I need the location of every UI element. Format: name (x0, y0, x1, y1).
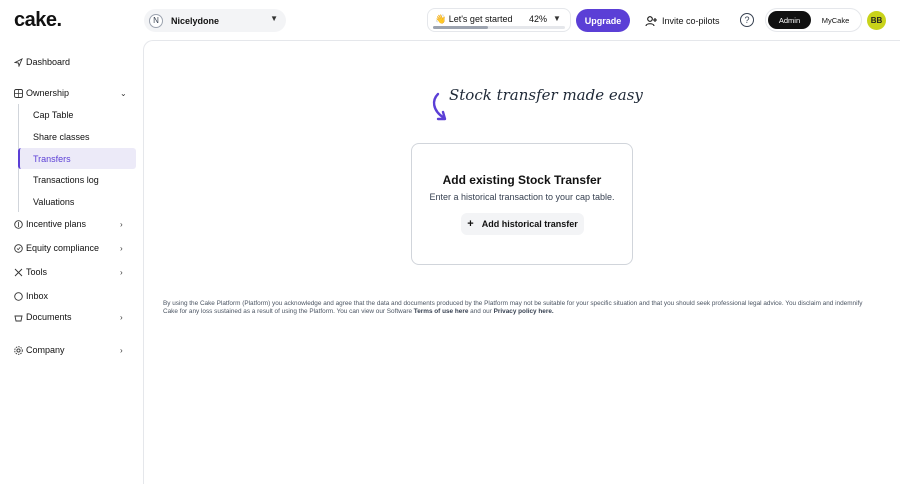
shield-icon (14, 243, 23, 253)
role-toggle[interactable]: Admin MyCake (765, 8, 862, 32)
add-historical-transfer-button[interactable]: + Add historical transfer (461, 213, 584, 235)
sidebar-item-tools[interactable]: Tools › (14, 265, 123, 279)
sidebar-item-inbox[interactable]: Inbox (14, 289, 48, 303)
sidebar-item-label: Documents (26, 312, 72, 322)
terms-of-use-link[interactable]: Terms of use here (414, 308, 469, 315)
sidebar-item-label: Dashboard (26, 57, 71, 67)
sidebar-subitem-transfers[interactable]: Transfers (18, 148, 136, 169)
chevron-right-icon: › (120, 267, 123, 277)
page-tagline: Stock transfer made easy (449, 86, 643, 104)
privacy-policy-link[interactable]: Privacy policy here. (494, 308, 554, 315)
sidebar-item-ownership[interactable]: Ownership ⌄ (14, 86, 127, 100)
progress-bar-fill (433, 26, 489, 29)
company-initial-badge: N (149, 13, 163, 28)
invite-copilots-label: Invite co-pilots (662, 15, 720, 26)
invite-copilots-button[interactable]: Invite co-pilots (645, 9, 720, 32)
get-started-percent: 42% (529, 14, 548, 24)
sidebar-item-label: Incentive plans (26, 219, 87, 229)
add-historical-transfer-label: Add historical transfer (481, 219, 578, 229)
add-user-icon (645, 15, 657, 26)
sidebar-subitem-cap-table[interactable]: Cap Table (18, 104, 136, 125)
inbox-icon (14, 291, 23, 301)
sidebar-item-label: Inbox (26, 291, 49, 301)
sidebar-item-label: Ownership (26, 88, 70, 98)
get-started-label: 👋 Let's get started (435, 14, 513, 24)
disclaimer-and-our: and our (470, 308, 492, 315)
help-icon[interactable]: ? (740, 13, 754, 27)
chevron-down-icon: ▼ (270, 14, 278, 23)
sidebar-item-company[interactable]: Company › (14, 343, 123, 357)
incentive-icon (14, 219, 23, 229)
role-mycake-option[interactable]: MyCake (814, 11, 857, 29)
sidebar-subitem-share-classes[interactable]: Share classes (18, 126, 136, 147)
sidebar: Dashboard Ownership ⌄ Cap Table Share cl… (0, 40, 143, 484)
dashboard-icon (14, 57, 23, 67)
empty-state-card: Add existing Stock Transfer Enter a hist… (411, 143, 633, 265)
progress-bar (433, 26, 565, 29)
pie-chart-icon (14, 88, 23, 98)
chevron-down-icon: ⌄ (120, 88, 127, 98)
sidebar-item-label: Tools (26, 267, 48, 277)
sidebar-subitem-transactions-log[interactable]: Transactions log (18, 169, 136, 190)
documents-icon (14, 313, 23, 322)
cake-logo[interactable]: cake. (14, 9, 62, 32)
sidebar-item-incentive-plans[interactable]: Incentive plans › (14, 217, 123, 231)
sidebar-item-equity-compliance[interactable]: Equity compliance › (14, 241, 123, 255)
company-name: Nicelydone (171, 15, 220, 26)
card-description: Enter a historical transaction to your c… (429, 192, 615, 202)
sidebar-item-documents[interactable]: Documents › (14, 310, 123, 324)
upgrade-button[interactable]: Upgrade (576, 9, 630, 32)
tools-icon (14, 268, 23, 277)
sidebar-item-dashboard[interactable]: Dashboard (14, 55, 70, 69)
get-started-progress[interactable]: 👋 Let's get started 42% ▼ (427, 8, 571, 32)
avatar[interactable]: BB (867, 11, 886, 30)
gear-icon (14, 345, 23, 355)
chevron-right-icon: › (120, 345, 123, 355)
chevron-down-icon: ▼ (553, 14, 561, 23)
plus-icon: + (467, 218, 474, 230)
top-header: cake. N Nicelydone ▼ 👋 Let's get started… (0, 0, 900, 40)
sidebar-item-label: Equity compliance (26, 243, 100, 253)
company-switcher[interactable]: N Nicelydone ▼ (144, 9, 286, 32)
sidebar-subitem-valuations[interactable]: Valuations (18, 191, 136, 212)
role-admin-option[interactable]: Admin (768, 11, 811, 29)
chevron-right-icon: › (120, 312, 123, 322)
legal-disclaimer: By using the Cake Platform (Platform) yo… (163, 300, 863, 316)
chevron-right-icon: › (120, 219, 123, 229)
chevron-right-icon: › (120, 243, 123, 253)
card-title: Add existing Stock Transfer (442, 173, 602, 187)
sidebar-item-label: Company (26, 345, 65, 355)
